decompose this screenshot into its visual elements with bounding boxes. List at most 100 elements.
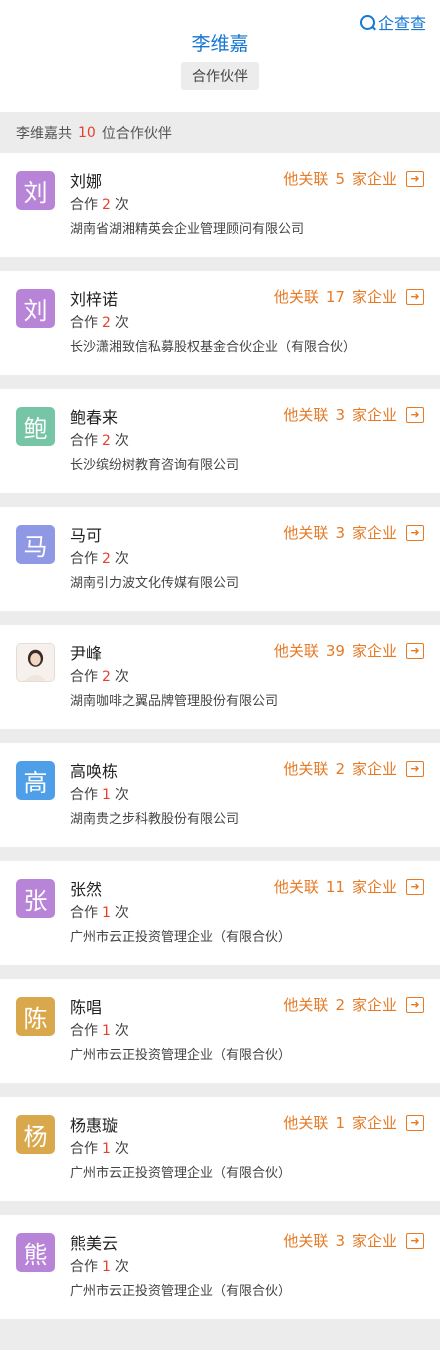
coop-suffix: 次 (114, 197, 129, 213)
arrow-right-icon: ➜ (406, 524, 424, 541)
related-companies-link[interactable]: 他关联 11 家企业 ➜ (274, 876, 424, 897)
partner-name[interactable]: 刘娜 (70, 168, 102, 192)
partner-name[interactable]: 马可 (70, 522, 102, 546)
related-companies-link[interactable]: 他关联 3 家企业 ➜ (283, 522, 424, 543)
company-name[interactable]: 湖南咖啡之翼品牌管理股份有限公司 (70, 690, 278, 709)
rel-suffix: 家企业 (351, 996, 397, 1014)
coop-count: 1 (102, 905, 111, 921)
rel-text: 他关联 3 家企业 (283, 522, 397, 543)
arrow-right-icon: ➜ (406, 996, 424, 1013)
coop-suffix: 次 (114, 905, 129, 921)
coop-suffix: 次 (114, 1023, 129, 1039)
company-name[interactable]: 长沙缤纷树教育咨询有限公司 (70, 454, 239, 473)
coop-prefix: 合作 (70, 905, 98, 921)
summary-prefix: 李维嘉共 (16, 125, 72, 142)
coop-prefix: 合作 (70, 433, 98, 449)
avatar: 杨 (16, 1115, 55, 1154)
partner-name[interactable]: 高唤栋 (70, 758, 118, 782)
company-name[interactable]: 长沙潇湘致信私募股权基金合伙企业（有限合伙） (70, 336, 356, 355)
rel-prefix: 他关联 (283, 996, 329, 1014)
coop-prefix: 合作 (70, 1141, 98, 1157)
company-name[interactable]: 广州市云正投资管理企业（有限合伙） (70, 1162, 291, 1181)
company-name[interactable]: 广州市云正投资管理企业（有限合伙） (70, 1280, 291, 1299)
rel-suffix: 家企业 (351, 878, 397, 896)
coop-count-line: 合作 1 次 (70, 902, 129, 922)
coop-count: 2 (102, 551, 111, 567)
coop-count: 2 (102, 197, 111, 213)
rel-text: 他关联 5 家企业 (283, 168, 397, 189)
coop-prefix: 合作 (70, 315, 98, 331)
company-name[interactable]: 湖南省湖湘精英会企业管理顾问有限公司 (70, 218, 304, 237)
related-companies-link[interactable]: 他关联 2 家企业 ➜ (283, 758, 424, 779)
related-companies-link[interactable]: 他关联 17 家企业 ➜ (274, 286, 424, 307)
coop-count: 1 (102, 787, 111, 803)
related-companies-link[interactable]: 他关联 39 家企业 ➜ (274, 640, 424, 661)
coop-suffix: 次 (114, 315, 129, 331)
rel-count: 2 (335, 760, 345, 778)
partner-card[interactable]: 熊 熊美云 合作 1 次 广州市云正投资管理企业（有限合伙） 他关联 3 家企业 ➜ (0, 1215, 440, 1319)
rel-count: 1 (335, 1114, 345, 1132)
partner-name[interactable]: 熊美云 (70, 1230, 118, 1254)
avatar-letter: 鲍 (23, 415, 48, 443)
company-name[interactable]: 湖南引力波文化传媒有限公司 (70, 572, 239, 591)
coop-count-line: 合作 2 次 (70, 194, 129, 214)
partner-card[interactable]: 尹峰 合作 2 次 湖南咖啡之翼品牌管理股份有限公司 他关联 39 家企业 ➜ (0, 625, 440, 729)
coop-count-line: 合作 1 次 (70, 1020, 129, 1040)
coop-prefix: 合作 (70, 1259, 98, 1275)
rel-prefix: 他关联 (283, 524, 329, 542)
related-companies-link[interactable]: 他关联 2 家企业 ➜ (283, 994, 424, 1015)
rel-text: 他关联 17 家企业 (274, 286, 397, 307)
related-companies-link[interactable]: 他关联 3 家企业 ➜ (283, 1230, 424, 1251)
rel-count: 3 (335, 524, 345, 542)
avatar-letter: 刘 (23, 179, 48, 207)
partner-card[interactable]: 张 张然 合作 1 次 广州市云正投资管理企业（有限合伙） 他关联 11 家企业 ➜ (0, 861, 440, 965)
avatar-letter: 刘 (23, 297, 48, 325)
partner-card[interactable]: 陈 陈唱 合作 1 次 广州市云正投资管理企业（有限合伙） 他关联 2 家企业 ➜ (0, 979, 440, 1083)
related-companies-link[interactable]: 他关联 3 家企业 ➜ (283, 404, 424, 425)
avatar: 马 (16, 525, 55, 564)
avatar-letter: 熊 (23, 1241, 48, 1269)
rel-suffix: 家企业 (351, 642, 397, 660)
header: 企查查 李维嘉 合作伙伴 (0, 0, 440, 112)
coop-count: 2 (102, 669, 111, 685)
coop-prefix: 合作 (70, 197, 98, 213)
rel-suffix: 家企业 (351, 170, 397, 188)
related-companies-link[interactable]: 他关联 5 家企业 ➜ (283, 168, 424, 189)
coop-count-line: 合作 1 次 (70, 784, 129, 804)
partner-card[interactable]: 刘 刘梓诺 合作 2 次 长沙潇湘致信私募股权基金合伙企业（有限合伙） 他关联 17 家… (0, 271, 440, 375)
coop-prefix: 合作 (70, 551, 98, 567)
company-name[interactable]: 广州市云正投资管理企业（有限合伙） (70, 1044, 291, 1063)
partner-card[interactable]: 刘 刘娜 合作 2 次 湖南省湖湘精英会企业管理顾问有限公司 他关联 5 家企业 ➜ (0, 153, 440, 257)
coop-suffix: 次 (114, 787, 129, 803)
partner-card[interactable]: 杨 杨惠璇 合作 1 次 广州市云正投资管理企业（有限合伙） 他关联 1 家企业 ➜ (0, 1097, 440, 1201)
partner-name[interactable]: 陈唱 (70, 994, 102, 1018)
partner-name[interactable]: 刘梓诺 (70, 286, 118, 310)
partner-card[interactable]: 鲍 鲍春来 合作 2 次 长沙缤纷树教育咨询有限公司 他关联 3 家企业 ➜ (0, 389, 440, 493)
rel-prefix: 他关联 (273, 878, 319, 896)
partner-name[interactable]: 杨惠璇 (70, 1112, 118, 1136)
coop-count-line: 合作 2 次 (70, 312, 129, 332)
company-name[interactable]: 湖南贵之步科教股份有限公司 (70, 808, 239, 827)
arrow-right-icon: ➜ (406, 1232, 424, 1249)
rel-suffix: 家企业 (351, 406, 397, 424)
partner-name[interactable]: 尹峰 (70, 640, 102, 664)
rel-text: 他关联 3 家企业 (283, 1230, 397, 1251)
rel-text: 他关联 1 家企业 (283, 1112, 397, 1133)
coop-prefix: 合作 (70, 1023, 98, 1039)
rel-count: 5 (335, 170, 345, 188)
coop-prefix: 合作 (70, 669, 98, 685)
coop-count: 2 (102, 433, 111, 449)
coop-suffix: 次 (114, 1259, 129, 1275)
partner-card[interactable]: 高 高唤栋 合作 1 次 湖南贵之步科教股份有限公司 他关联 2 家企业 ➜ (0, 743, 440, 847)
partner-card[interactable]: 马 马可 合作 2 次 湖南引力波文化传媒有限公司 他关联 3 家企业 ➜ (0, 507, 440, 611)
rel-text: 他关联 2 家企业 (283, 994, 397, 1015)
partner-name[interactable]: 鲍春来 (70, 404, 118, 428)
rel-prefix: 他关联 (273, 288, 319, 306)
rel-text: 他关联 39 家企业 (274, 640, 397, 661)
company-name[interactable]: 广州市云正投资管理企业（有限合伙） (70, 926, 291, 945)
avatar: 刘 (16, 289, 55, 328)
avatar-letter: 陈 (23, 1005, 48, 1033)
partner-name[interactable]: 张然 (70, 876, 102, 900)
related-companies-link[interactable]: 他关联 1 家企业 ➜ (283, 1112, 424, 1133)
arrow-right-icon: ➜ (406, 170, 424, 187)
